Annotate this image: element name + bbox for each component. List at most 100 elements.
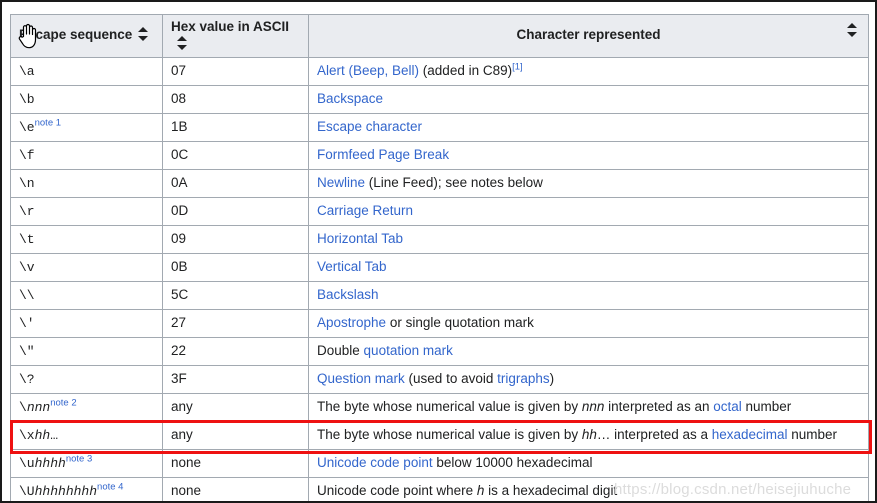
footnote-link[interactable]: note 1 bbox=[35, 117, 61, 128]
cell-escape-sequence: \v bbox=[10, 252, 163, 282]
escape-sequence-table: Escape sequence Hex value in ASCII Chara… bbox=[10, 14, 869, 501]
watermark-text: https://blog.csdn.net/heisejiuhuche bbox=[614, 481, 852, 498]
escape-sequence-code: \r bbox=[19, 203, 35, 219]
table-row: \xhh… any The byte whose numerical value i… bbox=[10, 420, 869, 450]
table-row: \n 0A Newline (Line Feed); see notes below bbox=[10, 168, 869, 198]
citation-reference[interactable]: [1] bbox=[512, 61, 523, 72]
escape-sequence-code: \uhhhh bbox=[19, 455, 66, 471]
character-link[interactable]: Horizontal Tab bbox=[317, 231, 403, 246]
cell-escape-sequence: \" bbox=[10, 336, 163, 366]
column-header-character-represented[interactable]: Character represented bbox=[308, 14, 869, 58]
column-header-hex-value[interactable]: Hex value in ASCII bbox=[162, 14, 309, 58]
cell-hex-value: 09 bbox=[162, 224, 309, 254]
cell-character-represented: Double quotation mark bbox=[308, 336, 869, 366]
table-row: \v 0B Vertical Tab bbox=[10, 252, 869, 282]
page-frame: Escape sequence Hex value in ASCII Chara… bbox=[0, 0, 877, 503]
character-link[interactable]: quotation mark bbox=[364, 343, 453, 358]
cell-character-represented: The byte whose numerical value is given … bbox=[308, 392, 869, 422]
inline-placeholder: h bbox=[476, 482, 485, 498]
table-row: \enote 1 1B Escape character bbox=[10, 112, 869, 142]
cell-hex-value: 0B bbox=[162, 252, 309, 282]
citation-link[interactable]: [1] bbox=[512, 61, 523, 72]
escape-sequence-placeholder: nnn bbox=[26, 399, 51, 415]
escape-sequence-placeholder: hhhh bbox=[34, 455, 66, 471]
character-link[interactable]: Question mark bbox=[317, 371, 405, 386]
escape-sequence-code: \n bbox=[19, 175, 35, 191]
cell-escape-sequence: \? bbox=[10, 364, 163, 394]
character-link[interactable]: Newline bbox=[317, 175, 365, 190]
cell-character-represented: Vertical Tab bbox=[308, 252, 869, 282]
sort-both-icon[interactable] bbox=[177, 35, 188, 50]
footnote-reference[interactable]: note 1 bbox=[35, 117, 61, 128]
footnote-link[interactable]: note 2 bbox=[50, 397, 76, 408]
table-row: \f 0C Formfeed Page Break bbox=[10, 140, 869, 170]
cell-hex-value: none bbox=[162, 448, 309, 478]
character-link[interactable]: Backspace bbox=[317, 91, 383, 106]
escape-sequence-code: \e bbox=[19, 119, 35, 135]
footnote-reference[interactable]: note 4 bbox=[97, 481, 123, 492]
cell-escape-sequence: \nnnnote 2 bbox=[10, 392, 163, 422]
cell-hex-value: any bbox=[162, 392, 309, 422]
escape-sequence-placeholder: hhhhhhhh bbox=[34, 483, 98, 499]
escape-sequence-code: \f bbox=[19, 147, 35, 163]
table-row: \uhhhhnote 3 none Unicode code point below… bbox=[10, 448, 869, 478]
cell-escape-sequence: \n bbox=[10, 168, 163, 198]
column-header-character-represented-label: Character represented bbox=[516, 27, 661, 43]
cell-hex-value: 22 bbox=[162, 336, 309, 366]
cell-escape-sequence: \uhhhhnote 3 bbox=[10, 448, 163, 478]
table-body: \a 07 Alert (Beep, Bell) (added in C89)[1]… bbox=[10, 56, 869, 501]
cell-character-represented: Question mark (used to avoid trigraphs) bbox=[308, 364, 869, 394]
inline-placeholder: nnn bbox=[581, 398, 605, 414]
sort-both-icon[interactable] bbox=[138, 27, 149, 42]
escape-sequence-code: \nnn bbox=[19, 399, 51, 415]
cell-character-represented: Backslash bbox=[308, 280, 869, 310]
footnote-link[interactable]: note 4 bbox=[97, 481, 123, 492]
table-row: \a 07 Alert (Beep, Bell) (added in C89)[1] bbox=[10, 56, 869, 86]
table-row: \r 0D Carriage Return bbox=[10, 196, 869, 226]
character-link[interactable]: Apostrophe bbox=[317, 315, 386, 330]
character-link[interactable]: Vertical Tab bbox=[317, 259, 387, 274]
escape-sequence-code: \\ bbox=[19, 287, 35, 303]
table-row: \\ 5C Backslash bbox=[10, 280, 869, 310]
cell-character-represented: Unicode code point below 10000 hexadecim… bbox=[308, 448, 869, 478]
character-link-secondary[interactable]: trigraphs bbox=[497, 371, 550, 386]
table-row: \" 22 Double quotation mark bbox=[10, 336, 869, 366]
character-link[interactable]: Formfeed Page Break bbox=[317, 147, 449, 162]
character-link[interactable]: Escape character bbox=[317, 119, 422, 134]
cell-escape-sequence: \r bbox=[10, 196, 163, 226]
escape-sequence-code: \v bbox=[19, 259, 35, 275]
table-header-row: Escape sequence Hex value in ASCII Chara… bbox=[10, 14, 869, 58]
cell-character-represented: Alert (Beep, Bell) (added in C89)[1] bbox=[308, 56, 869, 86]
cell-escape-sequence: \b bbox=[10, 84, 163, 114]
column-header-escape-sequence[interactable]: Escape sequence bbox=[10, 14, 163, 58]
cell-escape-sequence: \xhh… bbox=[10, 420, 163, 450]
escape-sequence-code: \a bbox=[19, 63, 35, 79]
character-link-secondary[interactable]: octal bbox=[713, 399, 742, 414]
character-link[interactable]: Unicode code point bbox=[317, 455, 433, 470]
cell-character-represented: Horizontal Tab bbox=[308, 224, 869, 254]
character-link[interactable]: Alert (Beep, Bell) bbox=[317, 63, 419, 78]
cell-character-represented: Apostrophe or single quotation mark bbox=[308, 308, 869, 338]
cell-character-represented: Formfeed Page Break bbox=[308, 140, 869, 170]
cell-escape-sequence: \Uhhhhhhhhnote 4 bbox=[10, 476, 163, 501]
cell-hex-value: 5C bbox=[162, 280, 309, 310]
cell-hex-value: 08 bbox=[162, 84, 309, 114]
cell-escape-sequence: \enote 1 bbox=[10, 112, 163, 142]
table-row: \t 09 Horizontal Tab bbox=[10, 224, 869, 254]
cell-escape-sequence: \' bbox=[10, 308, 163, 338]
sort-both-icon[interactable] bbox=[847, 23, 858, 37]
footnote-reference[interactable]: note 3 bbox=[66, 453, 92, 464]
cell-escape-sequence: \f bbox=[10, 140, 163, 170]
footnote-reference[interactable]: note 2 bbox=[50, 397, 76, 408]
character-link[interactable]: Carriage Return bbox=[317, 203, 413, 218]
footnote-link[interactable]: note 3 bbox=[66, 453, 92, 464]
escape-sequence-table-container: Escape sequence Hex value in ASCII Chara… bbox=[10, 14, 869, 501]
cell-hex-value: none bbox=[162, 476, 309, 501]
escape-sequence-code: \xhh… bbox=[19, 427, 59, 443]
cell-character-represented: The byte whose numerical value is given … bbox=[308, 420, 869, 450]
escape-sequence-code: \Uhhhhhhhh bbox=[19, 483, 98, 499]
character-link-secondary[interactable]: hexadecimal bbox=[712, 427, 788, 442]
table-header: Escape sequence Hex value in ASCII Chara… bbox=[10, 14, 869, 58]
character-link[interactable]: Backslash bbox=[317, 287, 379, 302]
cell-hex-value: any bbox=[162, 420, 309, 450]
